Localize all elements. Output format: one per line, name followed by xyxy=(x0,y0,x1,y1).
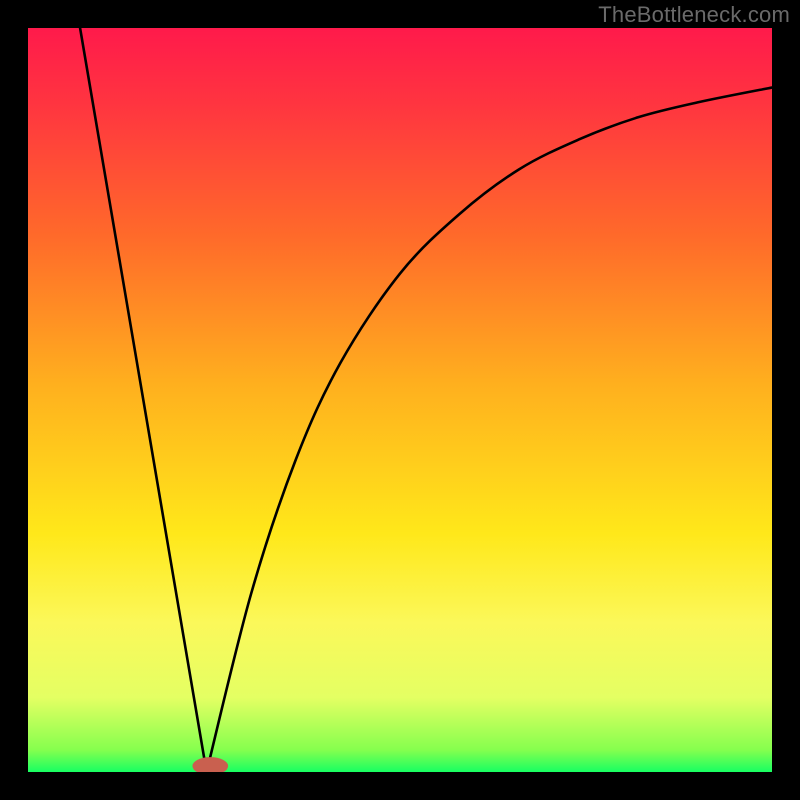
watermark-label: TheBottleneck.com xyxy=(598,2,790,28)
chart-frame: TheBottleneck.com xyxy=(0,0,800,800)
chart-background xyxy=(28,28,772,772)
bottleneck-chart xyxy=(28,28,772,772)
